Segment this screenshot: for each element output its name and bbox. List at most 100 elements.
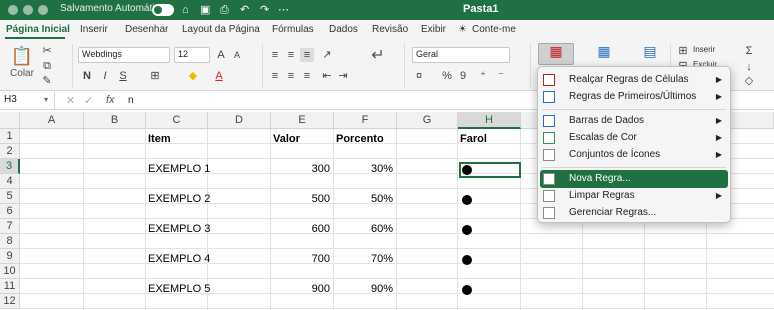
cut-icon[interactable]: ✂ (40, 44, 54, 58)
row-header-12[interactable]: 12 (0, 294, 20, 309)
wrap-text-button[interactable]: ↵ (360, 44, 396, 84)
cell-f5[interactable]: 50% (336, 192, 393, 207)
orientation-icon[interactable]: ↗ (320, 48, 334, 62)
tab-layout-da-pagina[interactable]: Layout da Página (182, 24, 260, 35)
more-icon[interactable]: ⋯ (278, 2, 289, 18)
cell-f3[interactable]: 30% (336, 162, 393, 177)
row-header-3[interactable]: 3 (0, 159, 20, 174)
percent-button[interactable]: % (440, 69, 454, 83)
comma-style-button[interactable]: 9 (456, 69, 470, 83)
cell-e5[interactable]: 500 (273, 192, 330, 207)
row-header-11[interactable]: 11 (0, 279, 20, 294)
column-header-d[interactable]: D (208, 112, 271, 129)
decrease-decimal-icon[interactable]: ⁻ (494, 69, 508, 83)
column-header-a[interactable]: A (20, 112, 84, 129)
menu-item-manage-rules[interactable]: Gerenciar Regras... (540, 204, 728, 222)
underline-button[interactable]: S (116, 69, 130, 83)
cell-f11[interactable]: 90% (336, 282, 393, 297)
undo-icon[interactable]: ↶ (240, 2, 249, 18)
increase-indent-icon[interactable]: ⇥ (336, 69, 350, 83)
number-format-select[interactable]: Geral (412, 47, 510, 63)
enter-icon[interactable]: ✓ (84, 94, 93, 107)
print-icon[interactable]: ⎙ (220, 2, 229, 18)
maximize-window-button[interactable] (38, 5, 48, 15)
row-header-5[interactable]: 5 (0, 189, 20, 204)
menu-item-clear-rules[interactable]: Limpar Regras ▶ (540, 187, 728, 205)
column-header-b[interactable]: B (84, 112, 146, 129)
row-header-1[interactable]: 1 (0, 129, 20, 144)
decrease-indent-icon[interactable]: ⇤ (320, 69, 334, 83)
insert-cells-label[interactable]: Inserir (693, 45, 715, 54)
row-header-6[interactable]: 6 (0, 204, 20, 219)
decrease-font-icon[interactable]: A (230, 48, 244, 62)
font-name-select[interactable]: Webdings (78, 47, 170, 63)
cell-f7[interactable]: 60% (336, 222, 393, 237)
cell-c11[interactable]: EXEMPLO 5 (148, 282, 210, 297)
row-header-9[interactable]: 9 (0, 249, 20, 264)
paste-button[interactable]: 📋 Colar (8, 44, 36, 84)
row-header-8[interactable]: 8 (0, 234, 20, 249)
cell-e7[interactable]: 600 (273, 222, 330, 237)
cell-e3[interactable]: 300 (273, 162, 330, 177)
cell-c1[interactable]: Item (148, 132, 171, 147)
column-header-c[interactable]: C (146, 112, 208, 129)
increase-font-icon[interactable]: A (214, 48, 228, 62)
column-header-f[interactable]: F (334, 112, 397, 129)
currency-icon[interactable]: ¤ (412, 69, 426, 83)
format-as-table-button[interactable]: ▦ (586, 43, 622, 65)
column-header-e[interactable]: E (271, 112, 334, 129)
bold-button[interactable]: N (80, 69, 94, 83)
cell-c3[interactable]: EXEMPLO 1 (148, 162, 210, 177)
insert-cells-icon[interactable]: ⊞ (676, 44, 690, 58)
align-top-icon[interactable]: ≡ (268, 48, 282, 62)
selected-cell-h3[interactable] (459, 162, 521, 178)
menu-item-icon-sets[interactable]: Conjuntos de Ícones ▶ (540, 146, 728, 164)
cell-f9[interactable]: 70% (336, 252, 393, 267)
tab-revisao[interactable]: Revisão (372, 24, 408, 35)
cell-c5[interactable]: EXEMPLO 2 (148, 192, 210, 207)
tab-pagina-inicial[interactable]: Página Inicial (6, 24, 70, 35)
tab-formulas[interactable]: Fórmulas (272, 24, 314, 35)
function-icon[interactable]: fx (106, 94, 115, 106)
font-color-icon[interactable]: A (212, 69, 226, 83)
format-painter-icon[interactable]: ✎ (40, 74, 54, 88)
save-icon[interactable]: ▣ (200, 2, 210, 18)
select-all-corner[interactable] (0, 112, 20, 129)
menu-item-highlight-cells-rules[interactable]: Realçar Regras de Células ▶ (540, 71, 728, 89)
align-middle-icon[interactable]: ≡ (284, 48, 298, 62)
column-header-h[interactable]: H (458, 112, 521, 129)
chevron-down-icon[interactable]: ▾ (44, 95, 48, 104)
menu-item-color-scales[interactable]: Escalas de Cor ▶ (540, 129, 728, 147)
clear-icon[interactable]: ◇ (742, 74, 756, 88)
font-size-select[interactable]: 12 (174, 47, 210, 63)
tab-inserir[interactable]: Inserir (80, 24, 108, 35)
fill-icon[interactable]: ↓ (742, 60, 756, 74)
redo-icon[interactable]: ↷ (260, 2, 269, 18)
fill-color-icon[interactable]: ◆ (186, 69, 200, 83)
tab-dados[interactable]: Dados (329, 24, 358, 35)
cell-styles-button[interactable]: ▤ (636, 43, 664, 65)
row-header-4[interactable]: 4 (0, 174, 20, 189)
menu-item-new-rule[interactable]: Nova Regra... (540, 170, 728, 188)
menu-item-top-bottom-rules[interactable]: Regras de Primeiros/Últimos ▶ (540, 88, 728, 106)
cancel-icon[interactable]: ✕ (66, 94, 75, 107)
cell-e9[interactable]: 700 (273, 252, 330, 267)
italic-button[interactable]: I (98, 69, 112, 83)
align-left-icon[interactable]: ≡ (268, 69, 282, 83)
cell-h1[interactable]: Farol (460, 132, 487, 147)
align-bottom-icon[interactable]: ≡ (300, 48, 314, 62)
borders-icon[interactable]: ⊞ (148, 69, 162, 83)
menu-item-data-bars[interactable]: Barras de Dados ▶ (540, 112, 728, 130)
align-right-icon[interactable]: ≡ (300, 69, 314, 83)
minimize-window-button[interactable] (23, 5, 33, 15)
close-window-button[interactable] (8, 5, 18, 15)
tab-desenhar[interactable]: Desenhar (125, 24, 168, 35)
home-icon[interactable]: ⌂ (182, 2, 189, 18)
align-center-icon[interactable]: ≡ (284, 69, 298, 83)
increase-decimal-icon[interactable]: ⁺ (476, 69, 490, 83)
tab-exibir[interactable]: Exibir (421, 24, 446, 35)
copy-icon[interactable]: ⧉ (40, 59, 54, 73)
conditional-formatting-button[interactable]: ▦ (538, 43, 574, 65)
row-header-10[interactable]: 10 (0, 264, 20, 279)
autosum-icon[interactable]: Σ (742, 44, 756, 58)
